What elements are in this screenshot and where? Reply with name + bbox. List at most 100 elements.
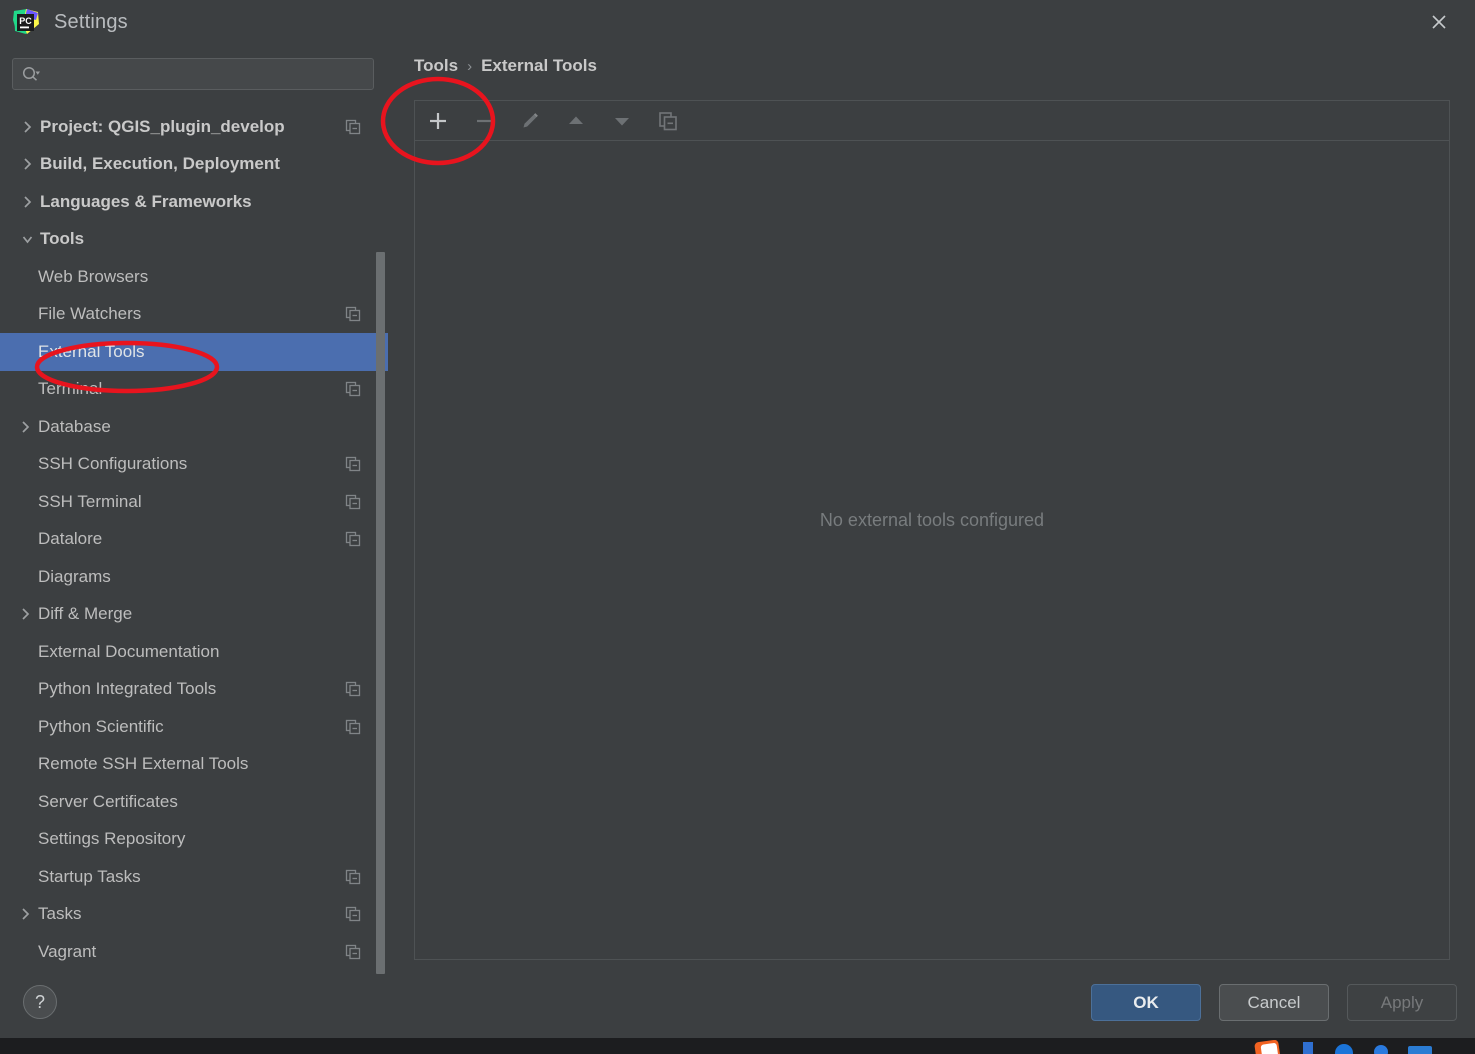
dialog-button-group: OK Cancel Apply <box>1091 984 1457 1021</box>
tree-row-partial <box>0 100 388 108</box>
os-taskbar <box>0 1038 1475 1054</box>
add-button[interactable] <box>425 108 451 134</box>
remove-button[interactable] <box>471 108 497 134</box>
sidebar-item-label: Database <box>38 416 111 436</box>
sidebar-item-database[interactable]: Database <box>0 408 388 446</box>
sidebar-item-label: Web Browsers <box>38 266 149 286</box>
sidebar-item-remote-ssh-external-tools[interactable]: Remote SSH External Tools <box>0 746 388 784</box>
sidebar-item-label: Diagrams <box>38 566 111 586</box>
sidebar-item-label: Server Certificates <box>38 791 178 811</box>
sidebar-item-external-documentation[interactable]: External Documentation <box>0 633 388 671</box>
taskbar-app-icon-circle[interactable] <box>1333 1040 1355 1054</box>
external-tools-toolbar <box>415 101 1449 141</box>
settings-sidebar: Project: QGIS_plugin_develop Build, Exec… <box>0 44 388 984</box>
pycharm-logo-icon: PC <box>12 8 40 36</box>
copy-settings-icon[interactable] <box>345 306 361 322</box>
empty-state-message: No external tools configured <box>819 509 1045 530</box>
sidebar-item-label: Project: QGIS_plugin_develop <box>40 116 285 136</box>
taskbar-app-icon-person[interactable] <box>1371 1040 1391 1054</box>
copy-settings-icon[interactable] <box>345 119 361 135</box>
breadcrumb-parent[interactable]: Tools <box>414 56 458 76</box>
sidebar-item-diff-merge[interactable]: Diff & Merge <box>0 596 388 634</box>
sidebar-item-ssh-terminal[interactable]: SSH Terminal <box>0 483 388 521</box>
chevron-down-icon <box>14 233 40 246</box>
taskbar-app-icon-orange[interactable] <box>1253 1040 1283 1054</box>
sidebar-item-vagrant[interactable]: Vagrant <box>0 933 388 971</box>
external-tools-panel: No external tools configured <box>414 100 1450 960</box>
copy-icon[interactable] <box>655 108 681 134</box>
sidebar-item-tools[interactable]: Tools <box>0 221 388 259</box>
taskbar-app-icon-mail[interactable] <box>1407 1040 1433 1054</box>
sidebar-item-label: Vagrant <box>38 941 97 961</box>
chevron-right-icon <box>14 157 40 171</box>
dialog-footer: ? OK Cancel Apply <box>0 984 1475 1038</box>
sidebar-item-external-tools[interactable]: External Tools <box>0 333 388 371</box>
title-bar: PC Settings <box>0 0 1475 44</box>
sidebar-item-diagrams[interactable]: Diagrams <box>0 558 388 596</box>
sidebar-item-label: Tools <box>40 229 85 249</box>
copy-settings-icon[interactable] <box>345 456 361 472</box>
search-box[interactable] <box>12 58 374 90</box>
copy-settings-icon[interactable] <box>345 681 361 697</box>
copy-settings-icon[interactable] <box>345 944 361 960</box>
sidebar-item-label: Settings Repository <box>38 829 186 849</box>
cancel-button[interactable]: Cancel <box>1219 984 1329 1021</box>
chevron-right-icon <box>14 195 40 209</box>
sidebar-item-label: External Tools <box>38 341 145 361</box>
window-title: Settings <box>54 10 128 33</box>
sidebar-item-label: Remote SSH External Tools <box>38 754 249 774</box>
copy-settings-icon[interactable] <box>345 531 361 547</box>
sidebar-item-tasks[interactable]: Tasks <box>0 896 388 934</box>
copy-settings-icon[interactable] <box>345 381 361 397</box>
svg-text:PC: PC <box>19 16 32 26</box>
settings-tree: Project: QGIS_plugin_develop Build, Exec… <box>0 100 388 984</box>
search-input[interactable] <box>47 66 373 82</box>
move-up-button[interactable] <box>563 108 589 134</box>
sidebar-item-label: Diff & Merge <box>38 604 133 624</box>
sidebar-item-build-execution-deployment[interactable]: Build, Execution, Deployment <box>0 146 388 184</box>
sidebar-item-project[interactable]: Project: QGIS_plugin_develop <box>0 108 388 146</box>
chevron-right-icon <box>14 120 40 134</box>
chevron-right-icon: › <box>467 57 473 75</box>
move-down-button[interactable] <box>609 108 635 134</box>
search-icon <box>21 65 41 83</box>
sidebar-item-label: File Watchers <box>38 304 142 324</box>
sidebar-item-label: Build, Execution, Deployment <box>40 154 280 174</box>
apply-button[interactable]: Apply <box>1347 984 1457 1021</box>
sidebar-item-file-watchers[interactable]: File Watchers <box>0 296 388 334</box>
sidebar-item-server-certificates[interactable]: Server Certificates <box>0 783 388 821</box>
sidebar-item-label: SSH Configurations <box>38 454 188 474</box>
sidebar-item-label: Datalore <box>38 529 103 549</box>
sidebar-item-terminal[interactable]: Terminal <box>0 371 388 409</box>
sidebar-item-label: External Documentation <box>38 641 220 661</box>
copy-settings-icon[interactable] <box>345 906 361 922</box>
sidebar-item-label: Terminal <box>38 379 103 399</box>
sidebar-item-label: Python Integrated Tools <box>38 679 217 699</box>
copy-settings-icon[interactable] <box>345 719 361 735</box>
copy-settings-icon[interactable] <box>345 494 361 510</box>
search-field-wrapper <box>12 58 374 90</box>
sidebar-item-label: Python Scientific <box>38 716 164 736</box>
sidebar-item-startup-tasks[interactable]: Startup Tasks <box>0 858 388 896</box>
sidebar-item-python-scientific[interactable]: Python Scientific <box>0 708 388 746</box>
taskbar-icons <box>1253 1040 1433 1054</box>
chevron-right-icon <box>12 607 38 621</box>
sidebar-item-label: Tasks <box>38 904 82 924</box>
copy-settings-icon[interactable] <box>345 869 361 885</box>
sidebar-item-web-browsers[interactable]: Web Browsers <box>0 258 388 296</box>
sidebar-item-python-integrated-tools[interactable]: Python Integrated Tools <box>0 671 388 709</box>
sidebar-item-languages-frameworks[interactable]: Languages & Frameworks <box>0 183 388 221</box>
sidebar-item-settings-repository[interactable]: Settings Repository <box>0 821 388 859</box>
sidebar-item-label: Languages & Frameworks <box>40 191 252 211</box>
close-icon[interactable] <box>1417 6 1461 38</box>
sidebar-item-ssh-configurations[interactable]: SSH Configurations <box>0 446 388 484</box>
edit-button[interactable] <box>517 108 543 134</box>
settings-dialog: PC Settings Project: QGIS_plugin_develop… <box>0 0 1475 1054</box>
chevron-right-icon <box>12 907 38 921</box>
taskbar-app-icon-blue-a[interactable] <box>1299 1040 1317 1054</box>
empty-state-area: No external tools configured <box>415 141 1449 959</box>
help-button[interactable]: ? <box>23 985 57 1019</box>
sidebar-item-datalore[interactable]: Datalore <box>0 521 388 559</box>
ok-button[interactable]: OK <box>1091 984 1201 1021</box>
sidebar-scrollbar-thumb[interactable] <box>376 252 385 974</box>
